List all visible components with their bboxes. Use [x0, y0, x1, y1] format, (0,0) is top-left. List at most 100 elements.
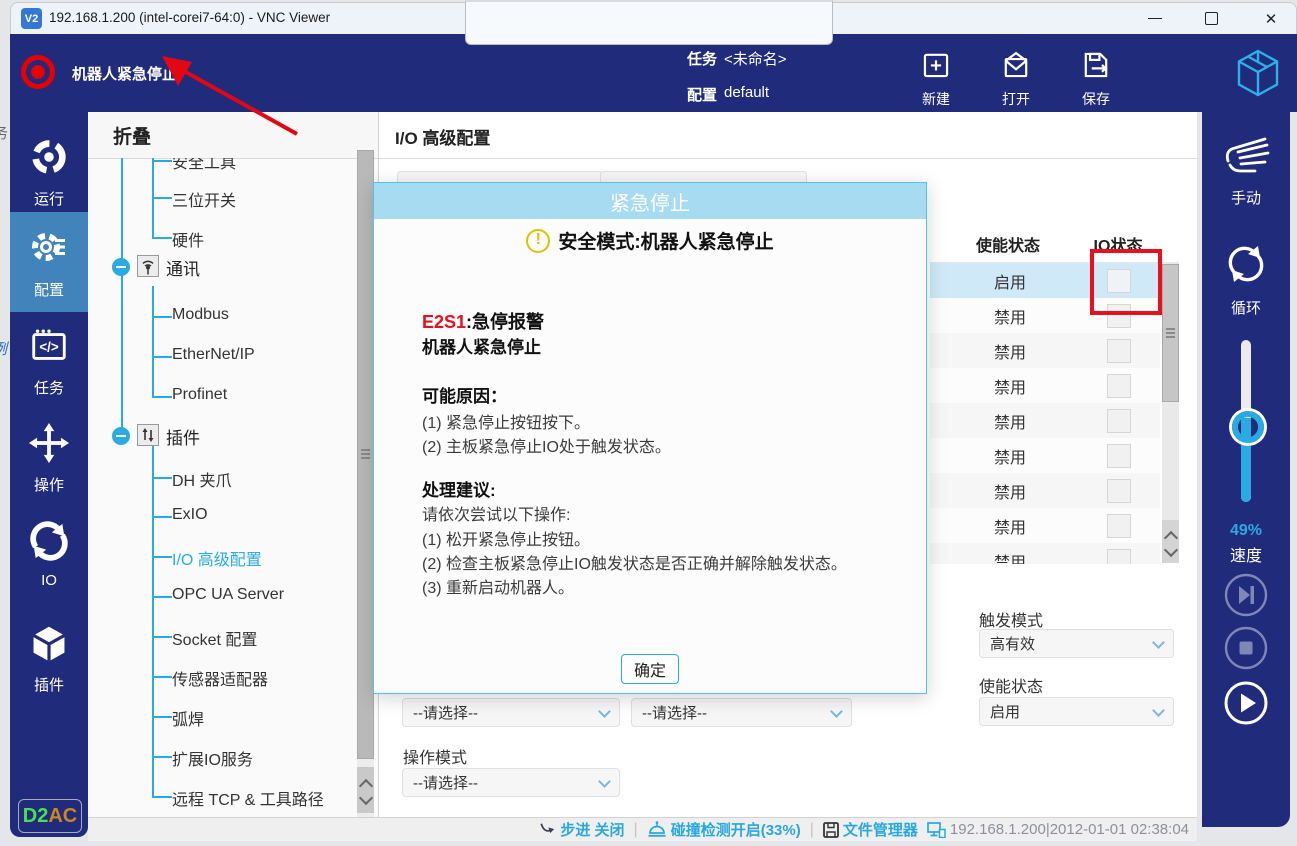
connection-status: 192.168.1.200|2012-01-01 02:38:04	[927, 821, 1189, 838]
tree-item[interactable]: 弧焊	[172, 706, 204, 730]
tree-collapse-toggle[interactable]	[112, 258, 130, 276]
table-row[interactable]: 禁用	[930, 543, 1160, 564]
brand-logo-icon	[1232, 47, 1284, 104]
enable-state-value: 启用	[990, 701, 1020, 722]
collision-status[interactable]: 碰撞检测开启(33%)	[647, 819, 801, 840]
open-button-label: 打开	[1002, 89, 1030, 109]
nav-item-run[interactable]: 运行	[10, 136, 88, 209]
connection-text: 192.168.1.200|2012-01-01 02:38:04	[950, 821, 1189, 838]
cycle-mode-button[interactable]: 循环	[1202, 242, 1290, 318]
step-mode-icon	[539, 822, 556, 838]
desktop-edge-text: 例	[0, 338, 7, 359]
scroll-down-icon[interactable]	[1163, 542, 1177, 556]
tree-scrollbar-thumb[interactable]	[357, 150, 374, 759]
cube-icon	[29, 624, 69, 669]
d2ac-logo-right: AC	[48, 805, 77, 828]
tree-item[interactable]: 扩展IO服务	[172, 746, 253, 770]
vnc-toolbar-strip[interactable]	[465, 0, 833, 45]
error-desc: 机器人紧急停止	[422, 333, 541, 358]
nav-item-label: 运行	[34, 188, 64, 209]
tree-item[interactable]: 传感器适配器	[172, 666, 268, 690]
tree-item-selected[interactable]: I/O 高级配置	[172, 546, 262, 570]
table-row[interactable]: 禁用	[930, 403, 1160, 439]
tree-item[interactable]: Profinet	[172, 386, 227, 404]
tree-item[interactable]: 三位开关	[172, 187, 236, 211]
select-dropdown[interactable]: --请选择--	[631, 698, 852, 727]
nav-item-operate[interactable]: 操作	[10, 422, 88, 495]
table-row[interactable]: 禁用	[930, 473, 1160, 509]
io-state-checkbox[interactable]	[1107, 374, 1131, 398]
maximize-icon	[1205, 12, 1218, 25]
maximize-button[interactable]	[1189, 3, 1233, 34]
io-state-checkbox[interactable]	[1107, 409, 1131, 433]
table-scroll-buttons[interactable]	[1162, 520, 1179, 563]
config-gear-icon	[27, 225, 71, 274]
save-icon	[1079, 48, 1113, 87]
close-button[interactable]: ✕	[1247, 3, 1295, 34]
tree-item[interactable]: EtherNet/IP	[172, 346, 255, 364]
trigger-mode-dropdown[interactable]: 高有效	[979, 629, 1174, 658]
tree-item[interactable]: Socket 配置	[172, 626, 257, 650]
table-row[interactable]: 禁用	[930, 438, 1160, 474]
io-state-checkbox[interactable]	[1107, 479, 1131, 503]
tree-item[interactable]: 硬件	[172, 227, 204, 251]
speed-value: 49%	[1202, 522, 1290, 540]
new-button[interactable]: 新建	[906, 48, 966, 104]
tree-item[interactable]: 安全工具	[172, 158, 236, 173]
tree-item[interactable]: OPC UA Server	[172, 586, 284, 604]
d2ac-logo: D2AC	[18, 799, 82, 833]
desktop-edge-text: 务	[0, 122, 8, 143]
io-state-checkbox[interactable]	[1107, 444, 1131, 468]
table-scrollbar[interactable]	[1162, 262, 1179, 563]
minimize-button[interactable]	[1133, 3, 1177, 34]
task-label: 任务	[687, 48, 717, 69]
nav-item-label: 任务	[34, 377, 64, 398]
status-bar: 步进 关闭 | 碰撞检测开启(33%) | 文件管理器	[88, 817, 1197, 841]
table-row[interactable]: 禁用	[930, 333, 1160, 369]
open-button[interactable]: 打开	[986, 48, 1046, 104]
table-row[interactable]: 禁用	[930, 368, 1160, 404]
dialog-alert-text: 安全模式:机器人紧急停止	[558, 227, 773, 254]
tree-item[interactable]: DH 夹爪	[172, 467, 232, 491]
dialog-titlebar: 紧急停止	[374, 183, 926, 219]
new-file-icon	[919, 48, 953, 87]
operation-mode-dropdown[interactable]: --请选择--	[402, 768, 620, 797]
tree-scrollbar[interactable]	[357, 150, 374, 817]
tree-item[interactable]: ExIO	[172, 506, 208, 524]
table-row[interactable]: 禁用	[930, 508, 1160, 544]
nav-item-config[interactable]: 配置	[10, 212, 88, 312]
nav-item-io[interactable]: IO	[10, 520, 88, 589]
nav-item-task[interactable]: </> 任务	[10, 325, 88, 398]
tree-scroll-buttons[interactable]	[357, 767, 374, 813]
select-dropdown[interactable]: --请选择--	[402, 698, 620, 727]
tree-item[interactable]: 通讯	[166, 255, 200, 280]
suggest-title: 处理建议:	[422, 476, 496, 501]
file-manager-button[interactable]: 文件管理器	[823, 819, 918, 840]
stop-button[interactable]	[1224, 626, 1268, 670]
play-button[interactable]	[1224, 681, 1268, 725]
nav-item-plugin[interactable]: 插件	[10, 624, 88, 695]
io-state-checkbox[interactable]	[1107, 514, 1131, 538]
save-button[interactable]: 保存	[1066, 48, 1126, 104]
tree-collapse-toggle[interactable]	[112, 427, 130, 445]
tree-item[interactable]: 插件	[166, 424, 200, 449]
config-value: default	[724, 84, 769, 101]
config-tree-panel: 折叠 安全工具 三位开关 硬件 通讯 Modbus EtherNet/IP P	[88, 112, 379, 817]
enable-state-dropdown[interactable]: 启用	[979, 697, 1174, 726]
scroll-down-icon[interactable]	[358, 791, 372, 805]
speed-slider-thumb[interactable]	[1232, 411, 1264, 443]
suggest-item: (3) 重新启动机器人。	[422, 574, 574, 598]
step-status[interactable]: 步进 关闭	[539, 819, 624, 840]
page-title: I/O 高级配置	[395, 124, 490, 149]
io-state-checkbox[interactable]	[1107, 339, 1131, 363]
tree-item[interactable]: 远程 TCP & 工具路径	[172, 786, 324, 810]
manual-mode-button[interactable]: 手动	[1202, 134, 1290, 208]
io-state-checkbox[interactable]	[1107, 549, 1131, 564]
step-button[interactable]	[1224, 573, 1268, 617]
ok-button[interactable]: 确定	[621, 654, 679, 684]
hand-icon	[1221, 134, 1271, 181]
table-scrollbar-thumb[interactable]	[1162, 264, 1179, 402]
tree-item[interactable]: Modbus	[172, 306, 229, 324]
run-icon	[28, 136, 70, 183]
select-placeholder: --请选择--	[413, 702, 478, 723]
